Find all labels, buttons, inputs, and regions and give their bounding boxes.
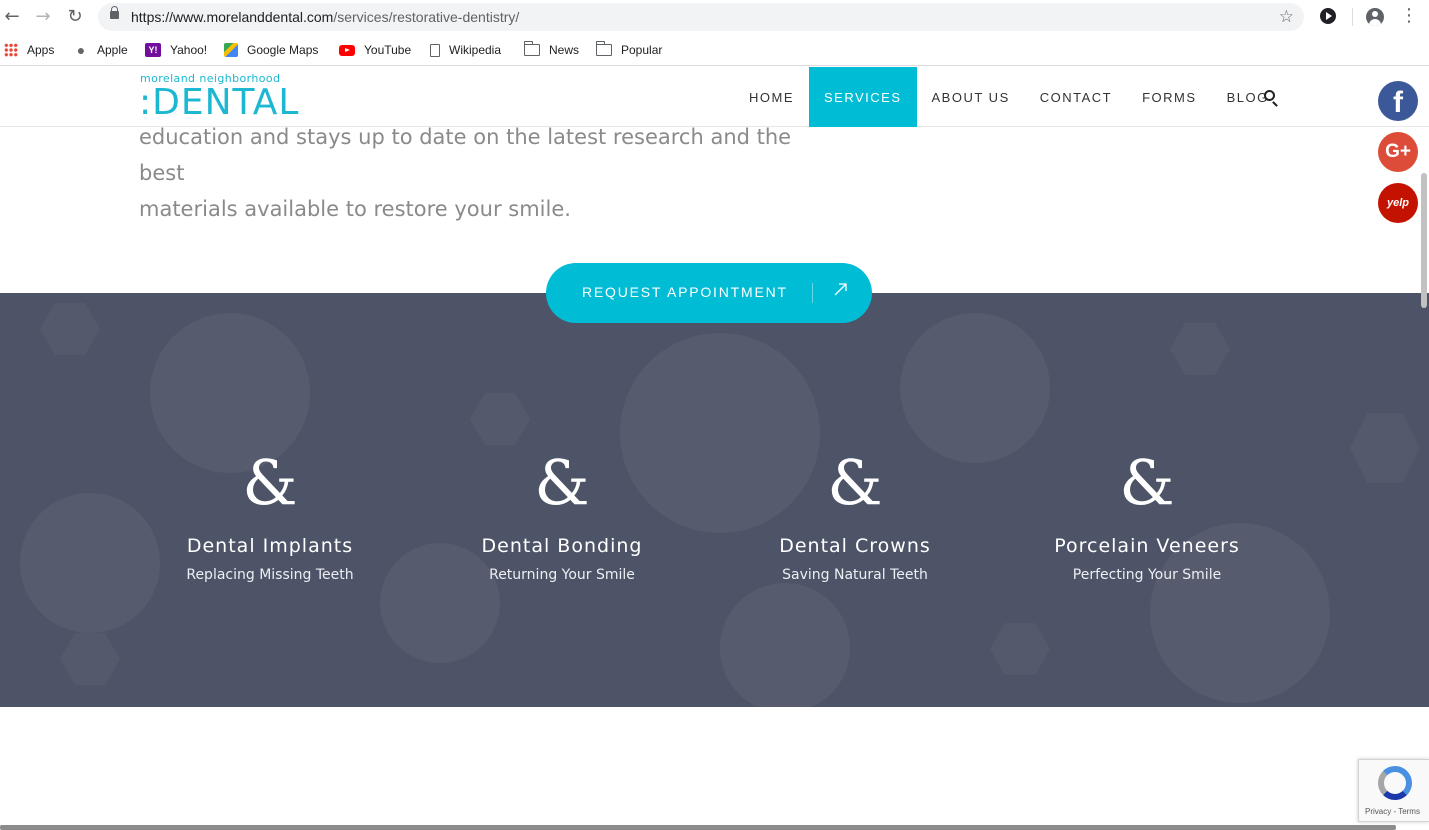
browser-toolbar: ← → ↻ https://www.morelanddental.com/ser…: [0, 0, 1429, 35]
bookmark-youtube[interactable]: YouTube: [339, 41, 411, 59]
ampersand-icon: &: [534, 446, 590, 519]
profile-avatar-icon[interactable]: [1366, 8, 1384, 26]
service-subtitle: Replacing Missing Teeth: [186, 567, 354, 583]
browser-menu-icon[interactable]: ⋮: [1400, 6, 1418, 26]
facebook-icon[interactable]: f: [1378, 81, 1418, 121]
recaptcha-links[interactable]: Privacy - Terms: [1365, 807, 1420, 816]
bookmark-wikipedia[interactable]: Wikipedia: [430, 41, 501, 59]
nav-services[interactable]: SERVICES: [809, 67, 917, 127]
service-title[interactable]: Dental Crowns: [715, 535, 995, 557]
service-subtitle: Returning Your Smile: [489, 567, 635, 583]
folder-icon: [596, 41, 612, 56]
background-bokeh: [720, 583, 850, 707]
service-title[interactable]: Porcelain Veneers: [1007, 535, 1287, 557]
url-text[interactable]: https://www.morelanddental.com/services/…: [131, 9, 519, 25]
bookmark-google-maps[interactable]: Google Maps: [224, 41, 318, 59]
bookmark-apps[interactable]: Apps: [4, 41, 54, 59]
intro-paragraph: education and stays up to date on the la…: [139, 119, 819, 227]
arrow-up-right-icon: [834, 283, 847, 296]
bookmarks-bar: Apps ● Apple Y! Yahoo! Google Maps YouTube…: [0, 35, 1429, 66]
url-host: https://www.morelanddental.com: [131, 9, 334, 25]
yelp-glyph: yelp: [1386, 197, 1409, 209]
bookmark-label: Yahoo!: [170, 43, 208, 57]
apple-icon: ●: [76, 42, 86, 58]
bookmark-apple[interactable]: ● Apple: [74, 41, 128, 59]
intro-line: materials available to restore your smil…: [139, 197, 571, 221]
scrollbar-thumb[interactable]: [1421, 173, 1427, 308]
recaptcha-badge[interactable]: Privacy - Terms: [1358, 759, 1429, 822]
bookmark-popular[interactable]: Popular: [596, 41, 662, 59]
background-hexagon: [40, 303, 100, 355]
google-maps-icon: [224, 43, 238, 57]
background-hexagon: [470, 393, 530, 445]
bookmark-yahoo[interactable]: Y! Yahoo!: [145, 41, 207, 59]
bookmark-label: Wikipedia: [449, 43, 502, 57]
request-appointment-button[interactable]: REQUEST APPOINTMENT: [546, 263, 872, 323]
google-plus-glyph: G+: [1385, 141, 1411, 162]
background-hexagon: [60, 633, 120, 685]
bookmark-label: YouTube: [364, 43, 412, 57]
bookmark-news[interactable]: News: [524, 41, 579, 59]
yahoo-icon: Y!: [145, 43, 161, 57]
background-hexagon: [990, 623, 1050, 675]
lock-icon: [110, 6, 119, 19]
background-hexagon: [1350, 413, 1420, 483]
intro-line: education and stays up to date on the la…: [139, 125, 792, 185]
site-logo[interactable]: moreland neighborhood :DENTAL: [139, 72, 298, 123]
extension-play-icon[interactable]: [1320, 8, 1336, 24]
ampersand-icon: &: [242, 446, 298, 519]
cta-label: REQUEST APPOINTMENT: [582, 284, 788, 300]
service-dental-bonding[interactable]: & Dental Bonding Returning Your Smile: [422, 443, 702, 583]
forward-arrow-icon[interactable]: →: [32, 6, 54, 28]
main-nav: HOME SERVICES ABOUT US CONTACT FORMS BLO…: [734, 67, 1284, 127]
bookmark-star-icon[interactable]: ☆: [1279, 7, 1294, 27]
ampersand-icon: &: [1119, 446, 1175, 519]
google-plus-icon[interactable]: G+: [1378, 132, 1418, 172]
address-bar[interactable]: https://www.morelanddental.com/services/…: [98, 3, 1304, 31]
apps-grid-icon: [4, 43, 18, 57]
service-title[interactable]: Dental Implants: [130, 535, 410, 557]
back-arrow-icon[interactable]: ←: [1, 6, 23, 28]
nav-forms[interactable]: FORMS: [1127, 67, 1211, 127]
services-section: & Dental Implants Replacing Missing Teet…: [0, 293, 1429, 707]
folder-icon: [524, 41, 540, 56]
service-dental-implants[interactable]: & Dental Implants Replacing Missing Teet…: [130, 443, 410, 583]
nav-contact[interactable]: CONTACT: [1025, 67, 1127, 127]
logo-wordmark: :DENTAL: [139, 82, 300, 123]
site-header: moreland neighborhood :DENTAL HOME SERVI…: [0, 67, 1429, 127]
url-path: /services/restorative-dentistry/: [333, 9, 520, 25]
cta-divider: [812, 283, 813, 303]
background-hexagon: [1170, 323, 1230, 375]
recaptcha-icon: [1378, 766, 1412, 800]
service-title[interactable]: Dental Bonding: [422, 535, 702, 557]
service-dental-crowns[interactable]: & Dental Crowns Saving Natural Teeth: [715, 443, 995, 583]
horizontal-scrollbar[interactable]: [0, 825, 1396, 830]
bookmark-label: Apps: [27, 43, 55, 57]
reload-icon[interactable]: ↻: [64, 6, 86, 28]
bookmark-label: Apple: [97, 43, 128, 57]
service-porcelain-veneers[interactable]: & Porcelain Veneers Perfecting Your Smil…: [1007, 443, 1287, 583]
search-icon[interactable]: [1264, 90, 1275, 101]
background-bokeh: [900, 313, 1050, 463]
vertical-scrollbar[interactable]: [1419, 127, 1429, 830]
youtube-icon: [339, 44, 355, 56]
nav-about-us[interactable]: ABOUT US: [917, 67, 1025, 127]
toolbar-divider: [1352, 8, 1353, 26]
page-icon: [430, 43, 440, 57]
service-subtitle: Perfecting Your Smile: [1072, 567, 1222, 583]
nav-home[interactable]: HOME: [734, 67, 809, 127]
bookmark-label: News: [549, 43, 580, 57]
facebook-glyph: f: [1393, 86, 1403, 119]
bookmark-label: Google Maps: [247, 43, 319, 57]
ampersand-icon: &: [827, 446, 883, 519]
yelp-icon[interactable]: yelp: [1378, 183, 1418, 223]
service-subtitle: Saving Natural Teeth: [782, 567, 928, 583]
bookmark-label: Popular: [621, 43, 663, 57]
